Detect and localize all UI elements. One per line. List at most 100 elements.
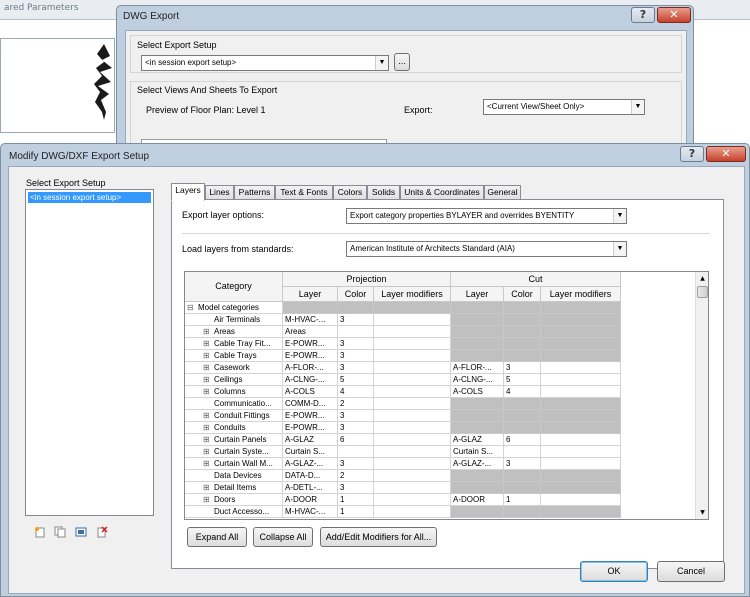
projection-color-cell[interactable]: 3: [338, 482, 374, 494]
expand-toggle-icon[interactable]: ⊞: [203, 326, 212, 337]
projection-layer-cell[interactable]: E-POWR...: [283, 338, 338, 350]
cut-color-cell[interactable]: [504, 446, 541, 458]
category-cell[interactable]: ⊞ Casework: [185, 362, 283, 374]
projection-color-cell[interactable]: 3: [338, 422, 374, 434]
cut-color-cell[interactable]: 6: [504, 434, 541, 446]
projection-modifiers-cell[interactable]: [374, 446, 451, 458]
category-cell[interactable]: ⊞ Curtain Panels: [185, 434, 283, 446]
cut-modifiers-cell[interactable]: [541, 458, 621, 470]
tab-solids[interactable]: Solids: [367, 185, 400, 200]
category-cell[interactable]: ⊞ Curtain Wall M...: [185, 458, 283, 470]
expand-toggle-icon[interactable]: ⊞: [203, 494, 212, 505]
cut-color-cell[interactable]: 5: [504, 374, 541, 386]
category-cell[interactable]: Communicatio...: [185, 398, 283, 410]
cut-layer-cell[interactable]: A-COLS: [451, 386, 504, 398]
export-range-select[interactable]: <Current View/Sheet Only> ▼: [483, 99, 645, 115]
projection-modifiers-cell[interactable]: [374, 410, 451, 422]
add-edit-modifiers-button[interactable]: Add/Edit Modifiers for All...: [320, 527, 437, 547]
projection-color-cell[interactable]: 6: [338, 434, 374, 446]
projection-color-cell[interactable]: [338, 326, 374, 338]
projection-modifiers-header[interactable]: Layer modifiers: [374, 287, 451, 302]
projection-layer-cell[interactable]: A-CLNG-...: [283, 374, 338, 386]
cut-layer-cell[interactable]: A-CLNG-...: [451, 374, 504, 386]
projection-layer-cell[interactable]: DATA-D...: [283, 470, 338, 482]
category-cell[interactable]: ⊞ Detail Items: [185, 482, 283, 494]
projection-color-cell[interactable]: 4: [338, 386, 374, 398]
tab-layers[interactable]: Layers: [171, 183, 205, 201]
projection-color-cell[interactable]: 3: [338, 362, 374, 374]
projection-modifiers-cell[interactable]: [374, 506, 451, 518]
expand-toggle-icon[interactable]: ⊞: [203, 410, 212, 421]
help-button[interactable]: ?: [631, 7, 655, 23]
cut-modifiers-header[interactable]: Layer modifiers: [541, 287, 621, 302]
projection-layer-header[interactable]: Layer: [283, 287, 338, 302]
projection-modifiers-cell[interactable]: [374, 494, 451, 506]
collapse-all-button[interactable]: Collapse All: [253, 527, 313, 547]
projection-color-cell[interactable]: 3: [338, 410, 374, 422]
cut-modifiers-cell[interactable]: [541, 446, 621, 458]
category-cell[interactable]: ⊞ Curtain Syste...: [185, 446, 283, 458]
category-cell[interactable]: ⊞ Conduits: [185, 422, 283, 434]
expand-toggle-icon[interactable]: ⊞: [203, 350, 212, 361]
category-cell[interactable]: ⊞ Cable Tray Fit...: [185, 338, 283, 350]
projection-modifiers-cell[interactable]: [374, 374, 451, 386]
projection-modifiers-cell[interactable]: [374, 338, 451, 350]
expand-toggle-icon[interactable]: ⊞: [203, 482, 212, 493]
cut-color-cell[interactable]: 1: [504, 494, 541, 506]
projection-color-header[interactable]: Color: [338, 287, 374, 302]
cut-modifiers-cell[interactable]: [541, 362, 621, 374]
projection-modifiers-cell[interactable]: [374, 458, 451, 470]
cut-modifiers-cell[interactable]: [541, 494, 621, 506]
expand-toggle-icon[interactable]: ⊞: [203, 446, 212, 457]
projection-color-cell[interactable]: 3: [338, 350, 374, 362]
expand-toggle-icon[interactable]: ⊞: [203, 374, 212, 385]
cut-color-cell[interactable]: 3: [504, 458, 541, 470]
cut-layer-cell[interactable]: Curtain S...: [451, 446, 504, 458]
expand-toggle-icon[interactable]: ⊞: [203, 422, 212, 433]
category-cell[interactable]: ⊟ Model categories: [185, 302, 283, 314]
scroll-down-icon[interactable]: ▼: [697, 507, 708, 518]
browse-setup-button[interactable]: ...: [394, 53, 410, 71]
cut-layer-cell[interactable]: A-DOOR: [451, 494, 504, 506]
cut-color-cell[interactable]: 3: [504, 362, 541, 374]
expand-toggle-icon[interactable]: ⊞: [203, 458, 212, 469]
category-cell[interactable]: Duct Accesso...: [185, 506, 283, 518]
projection-modifiers-cell[interactable]: [374, 434, 451, 446]
ok-button[interactable]: OK: [580, 561, 648, 582]
category-cell[interactable]: ⊞ Ceilings: [185, 374, 283, 386]
projection-modifiers-cell[interactable]: [374, 386, 451, 398]
tab-units-coordinates[interactable]: Units & Coordinates: [400, 185, 484, 200]
projection-layer-cell[interactable]: A-DOOR: [283, 494, 338, 506]
cut-color-cell[interactable]: 4: [504, 386, 541, 398]
scroll-thumb[interactable]: [697, 286, 708, 298]
grid-scrollbar[interactable]: ▲ ▼: [695, 272, 708, 519]
export-setup-select[interactable]: <in session export setup> ▼: [141, 55, 389, 71]
category-cell[interactable]: ⊞ Columns: [185, 386, 283, 398]
projection-color-cell[interactable]: 3: [338, 458, 374, 470]
projection-layer-cell[interactable]: A-FLOR-...: [283, 362, 338, 374]
expand-toggle-icon[interactable]: ⊞: [203, 338, 212, 349]
projection-color-cell[interactable]: [338, 446, 374, 458]
close-button[interactable]: ✕: [706, 146, 746, 162]
projection-layer-cell[interactable]: A-GLAZ: [283, 434, 338, 446]
projection-layer-cell[interactable]: E-POWR...: [283, 422, 338, 434]
cut-modifiers-cell[interactable]: [541, 434, 621, 446]
cut-layer-header[interactable]: Layer: [451, 287, 504, 302]
new-setup-icon[interactable]: [34, 526, 46, 538]
projection-color-cell[interactable]: 2: [338, 398, 374, 410]
projection-layer-cell[interactable]: COMM-D...: [283, 398, 338, 410]
category-cell[interactable]: Data Devices: [185, 470, 283, 482]
projection-color-cell[interactable]: 1: [338, 494, 374, 506]
duplicate-setup-icon[interactable]: [54, 526, 66, 538]
projection-modifiers-cell[interactable]: [374, 326, 451, 338]
projection-layer-cell[interactable]: A-DETL-...: [283, 482, 338, 494]
projection-color-cell[interactable]: 3: [338, 314, 374, 326]
expand-toggle-icon[interactable]: ⊞: [203, 386, 212, 397]
projection-layer-cell[interactable]: M-HVAC-...: [283, 506, 338, 518]
projection-color-cell[interactable]: 5: [338, 374, 374, 386]
projection-layer-cell[interactable]: E-POWR...: [283, 350, 338, 362]
tab-lines[interactable]: Lines: [205, 185, 234, 200]
projection-layer-cell[interactable]: Curtain S...: [283, 446, 338, 458]
category-cell[interactable]: ⊞ Areas: [185, 326, 283, 338]
projection-layer-cell[interactable]: Areas: [283, 326, 338, 338]
